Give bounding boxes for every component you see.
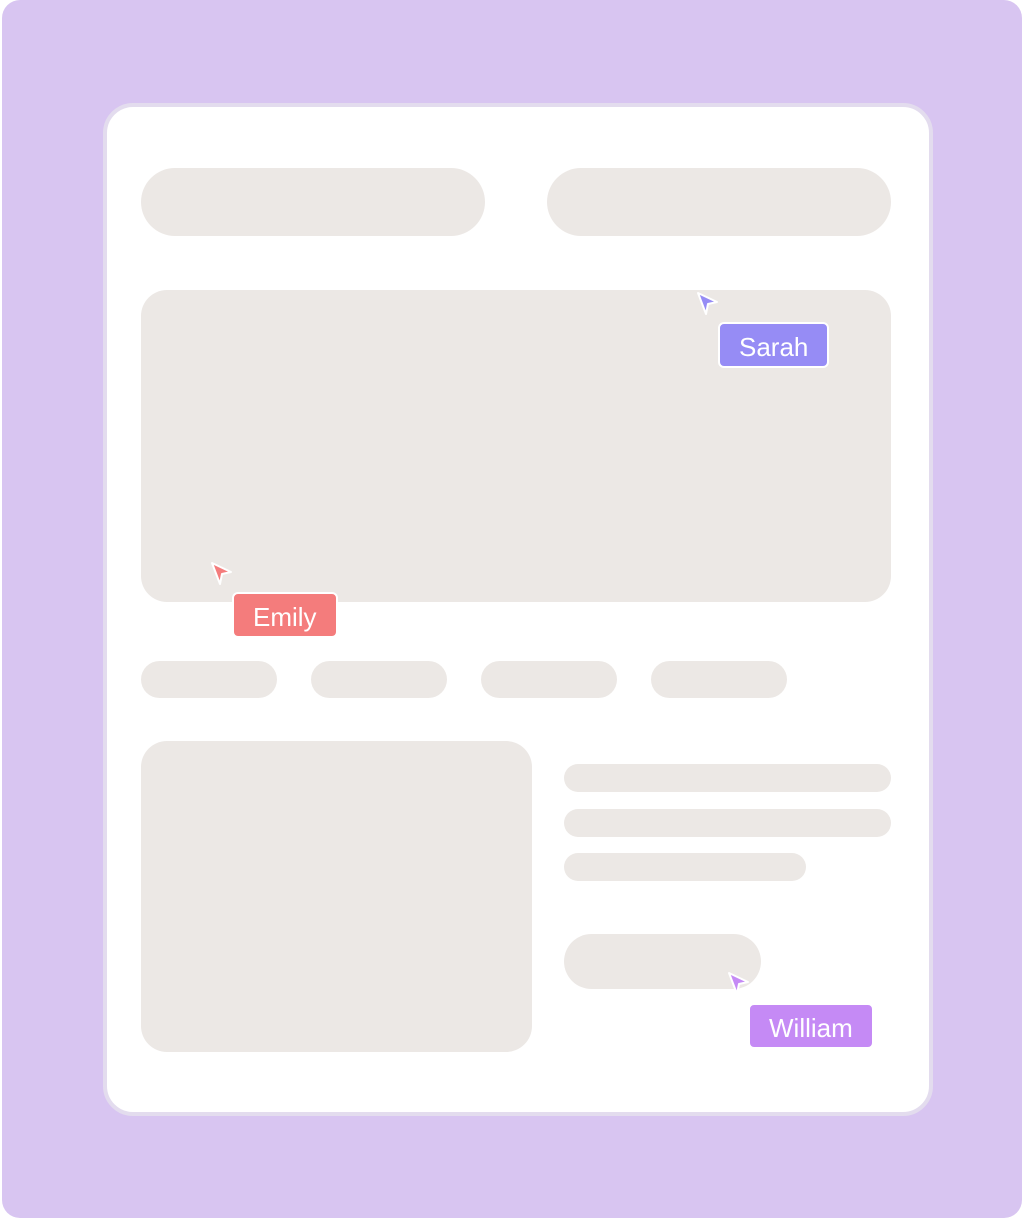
text-line-placeholder-2: [564, 809, 891, 837]
collaborator-tag-emily: Emily: [232, 592, 338, 638]
header-placeholder-right: [547, 168, 891, 236]
cursor-arrow-icon: [697, 292, 718, 315]
wireframe-canvas[interactable]: [103, 103, 933, 1116]
collaborator-tag-william: William: [748, 1003, 874, 1049]
text-line-placeholder-3: [564, 853, 806, 881]
nav-placeholder-1: [141, 661, 277, 698]
collaborator-name: Emily: [253, 602, 317, 632]
cursor-arrow-icon: [211, 562, 232, 585]
collaborator-tag-sarah: Sarah: [718, 322, 830, 368]
header-placeholder-left: [141, 168, 485, 236]
collaborator-name: William: [769, 1013, 853, 1043]
nav-placeholder-2: [311, 661, 447, 698]
workspace-background: Sarah Emily William: [2, 0, 1022, 1218]
content-image-placeholder: [141, 741, 532, 1052]
collaborator-name: Sarah: [739, 332, 809, 362]
cursor-arrow-icon: [728, 972, 749, 995]
nav-placeholder-4: [651, 661, 787, 698]
text-line-placeholder-1: [564, 764, 891, 792]
nav-placeholder-3: [481, 661, 617, 698]
